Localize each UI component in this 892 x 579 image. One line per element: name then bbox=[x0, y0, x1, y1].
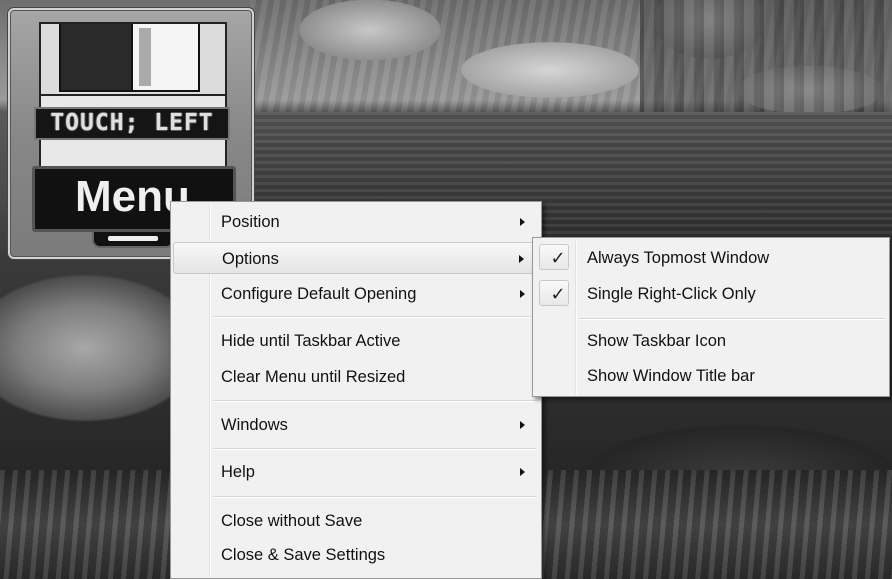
wallpaper-trees bbox=[640, 0, 892, 120]
menu-separator bbox=[213, 448, 537, 450]
submenu-arrow-icon bbox=[519, 255, 524, 263]
option-label: Single Right-Click Only bbox=[587, 285, 756, 303]
menu-item-label: Hide until Taskbar Active bbox=[221, 332, 401, 350]
submenu-arrow-icon bbox=[520, 468, 525, 476]
menu-item-label: Position bbox=[221, 213, 280, 231]
menu-item-help[interactable]: Help bbox=[173, 456, 539, 488]
menu-item-label: Clear Menu until Resized bbox=[221, 368, 406, 386]
touch-left-text: TOUCH; LEFT bbox=[50, 110, 214, 136]
menu-item-hide-until-taskbar-active[interactable]: Hide until Taskbar Active bbox=[173, 325, 539, 357]
menu-item-close-without-save[interactable]: Close without Save bbox=[173, 505, 539, 537]
touch-left-label: TOUCH; LEFT bbox=[34, 107, 230, 140]
submenu-arrow-icon bbox=[520, 290, 525, 298]
option-label: Show Taskbar Icon bbox=[587, 332, 727, 350]
option-single-right-click-only[interactable]: ✓ Single Right-Click Only bbox=[535, 278, 887, 310]
checkmark-icon: ✓ bbox=[550, 284, 566, 304]
submenu-arrow-icon bbox=[520, 218, 525, 226]
menu-item-clear-menu-until-resized[interactable]: Clear Menu until Resized bbox=[173, 361, 539, 393]
menu-item-options[interactable]: Options bbox=[173, 242, 539, 274]
submenu-arrow-icon bbox=[520, 421, 525, 429]
menu-item-label: Configure Default Opening bbox=[221, 285, 417, 303]
menu-item-label: Windows bbox=[221, 416, 288, 434]
option-show-window-title-bar[interactable]: Show Window Title bar bbox=[535, 360, 887, 392]
submenu-separator bbox=[579, 318, 885, 320]
menu-item-label: Close without Save bbox=[221, 512, 363, 530]
options-submenu: ✓ Always Topmost Window ✓ Single Right-C… bbox=[532, 237, 890, 397]
menu-button-base bbox=[92, 232, 174, 248]
option-label: Show Window Title bar bbox=[587, 367, 755, 385]
menu-item-configure-default-opening[interactable]: Configure Default Opening bbox=[173, 278, 539, 310]
menu-item-position[interactable]: Position bbox=[173, 206, 539, 238]
menu-item-label: Close & Save Settings bbox=[221, 546, 386, 564]
menu-separator bbox=[213, 316, 537, 318]
disk-shutter-notch bbox=[139, 28, 151, 86]
disk-shutter-dark bbox=[59, 24, 133, 92]
menu-separator bbox=[213, 400, 537, 402]
menu-separator bbox=[213, 496, 537, 498]
disk-shutter-area bbox=[41, 24, 225, 96]
floppy-disk-icon bbox=[39, 22, 227, 177]
menu-item-windows[interactable]: Windows bbox=[173, 409, 539, 441]
checkmark-icon: ✓ bbox=[550, 248, 566, 268]
option-always-topmost-window[interactable]: ✓ Always Topmost Window bbox=[535, 242, 887, 274]
option-label: Always Topmost Window bbox=[587, 249, 770, 267]
menu-item-label: Options bbox=[222, 250, 279, 268]
menu-item-label: Help bbox=[221, 463, 255, 481]
menu-item-close-and-save-settings[interactable]: Close & Save Settings bbox=[173, 539, 539, 571]
context-menu: Position Options Configure Default Openi… bbox=[170, 201, 542, 579]
option-show-taskbar-icon[interactable]: Show Taskbar Icon bbox=[535, 325, 887, 357]
